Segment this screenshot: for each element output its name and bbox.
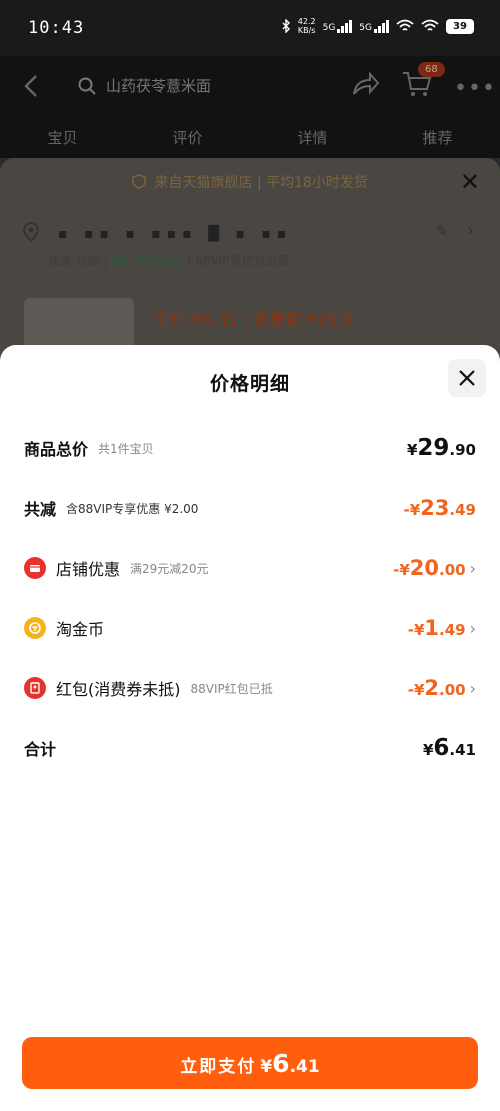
- row-label: 商品总价: [24, 440, 89, 459]
- battery-icon: 39: [446, 18, 474, 34]
- tab-reviews[interactable]: 评价: [172, 118, 202, 158]
- close-icon[interactable]: ✕: [460, 168, 480, 196]
- status-icons: 42.2 KB/s 5G 5G 39: [281, 17, 474, 35]
- product-tabs: 宝贝 评价 详情 推荐: [0, 118, 500, 158]
- price-summary: 实付 ¥6.41 | 优惠前 ¥29.9: [155, 310, 353, 329]
- wifi-icon-2: [421, 19, 439, 31]
- shield-icon: [132, 174, 146, 189]
- row-red-packet[interactable]: 红包(消费券未抵) 88VIP红包已抵 -¥ 2.00 ›: [24, 668, 476, 708]
- row-label: 红包(消费券未抵): [56, 680, 181, 699]
- location-icon: [22, 222, 40, 242]
- signal-1: 5G: [323, 19, 353, 33]
- row-sub: 含88VIP专享优惠 ¥2.00: [66, 501, 199, 516]
- row-amount: ¥6.41: [422, 735, 476, 761]
- status-time: 10:43: [28, 18, 85, 38]
- close-icon: [459, 370, 475, 386]
- row-store-discount[interactable]: 店铺优惠 满29元减20元 -¥ 20.00 ›: [24, 548, 476, 588]
- row-total-discount: 共减 含88VIP专享优惠 ¥2.00 -¥ 23.49: [24, 488, 476, 528]
- store-coupon-icon: [24, 557, 46, 579]
- row-amount: ¥29.90: [406, 435, 476, 461]
- row-amount: -¥ 2.00: [407, 676, 466, 700]
- row-sub: 共1件宝贝: [98, 441, 154, 456]
- row-label: 共减: [24, 500, 57, 519]
- cart-badge: 68: [418, 62, 445, 77]
- address-block[interactable]: ▪ ▪▪ ▪ ▪▪▪ █ ▪ ▪▪ ✎ › 快递 包邮 | 预计后天送达 | 8…: [22, 220, 478, 280]
- pay-button-label: 立即支付: [180, 1057, 257, 1077]
- row-amount: -¥ 23.49: [403, 496, 476, 520]
- wifi-icon: [396, 19, 414, 31]
- pay-amount-int: 6: [272, 1049, 290, 1078]
- close-button[interactable]: [448, 359, 486, 397]
- row-grand-total: 合计 ¥6.41: [24, 728, 476, 768]
- row-label: 淘金币: [56, 620, 105, 639]
- price-detail-sheet: 价格明细 商品总价 共1件宝贝 ¥29.90 共减 含88VIP专享优惠 ¥2.…: [0, 345, 500, 1111]
- back-arrow-icon[interactable]: [24, 74, 38, 98]
- row-sub: 满29元减20元: [130, 561, 209, 576]
- search-icon: [78, 77, 96, 95]
- red-packet-icon: [24, 677, 46, 699]
- chevron-right-icon: ›: [469, 678, 476, 698]
- order-sheet-background: 来自天猫旗舰店 | 平均18小时发货 ✕ ▪ ▪▪ ▪ ▪▪▪ █ ▪ ▪▪ ✎…: [0, 158, 500, 358]
- shipping-info: 快递 包邮 | 预计后天送达 | 88VIP退货包运费: [48, 254, 290, 268]
- pay-now-button[interactable]: 立即支付 ¥6.41: [22, 1037, 478, 1089]
- tab-item[interactable]: 宝贝: [47, 118, 77, 158]
- pay-amount-dec: .41: [289, 1057, 320, 1077]
- bluetooth-icon: [282, 19, 290, 33]
- store-info: 来自天猫旗舰店 | 平均18小时发货: [0, 172, 500, 192]
- row-amount: -¥ 20.00: [393, 556, 466, 580]
- search-text: 山药茯苓薏米面: [106, 77, 212, 95]
- signal-bars-icon: [337, 19, 353, 33]
- search-bar[interactable]: 山药茯苓薏米面: [70, 68, 390, 104]
- chevron-right-icon: ›: [469, 618, 476, 638]
- masked-address: ▪ ▪▪ ▪ ▪▪▪ █ ▪ ▪▪: [58, 226, 293, 242]
- status-bar: 10:43 42.2 KB/s 5G 5G 39: [0, 0, 500, 56]
- row-amount: -¥ 1.49: [407, 616, 466, 640]
- pay-currency: ¥: [260, 1057, 273, 1077]
- sheet-title: 价格明细: [209, 373, 290, 395]
- share-icon[interactable]: [352, 72, 380, 96]
- edit-icon[interactable]: ✎: [435, 222, 448, 240]
- signal-2: 5G: [359, 19, 389, 33]
- row-taojinbi[interactable]: 淘金币 -¥ 1.49 ›: [24, 608, 476, 648]
- chevron-right-icon: ›: [466, 220, 474, 241]
- row-label: 合计: [24, 740, 57, 759]
- net-speed: 42.2 KB/s: [297, 17, 316, 35]
- tab-recommend[interactable]: 推荐: [422, 118, 452, 158]
- row-label: 店铺优惠: [56, 560, 121, 579]
- product-header: 山药茯苓薏米面 68 •••: [0, 56, 500, 118]
- gold-coin-icon: [24, 617, 46, 639]
- row-goods-total: 商品总价 共1件宝贝 ¥29.90: [24, 428, 476, 468]
- tab-details[interactable]: 详情: [297, 118, 327, 158]
- chevron-right-icon: ›: [469, 558, 476, 578]
- signal-bars-icon: [374, 19, 389, 33]
- more-icon[interactable]: •••: [454, 76, 496, 101]
- row-sub: 88VIP红包已抵: [190, 681, 273, 696]
